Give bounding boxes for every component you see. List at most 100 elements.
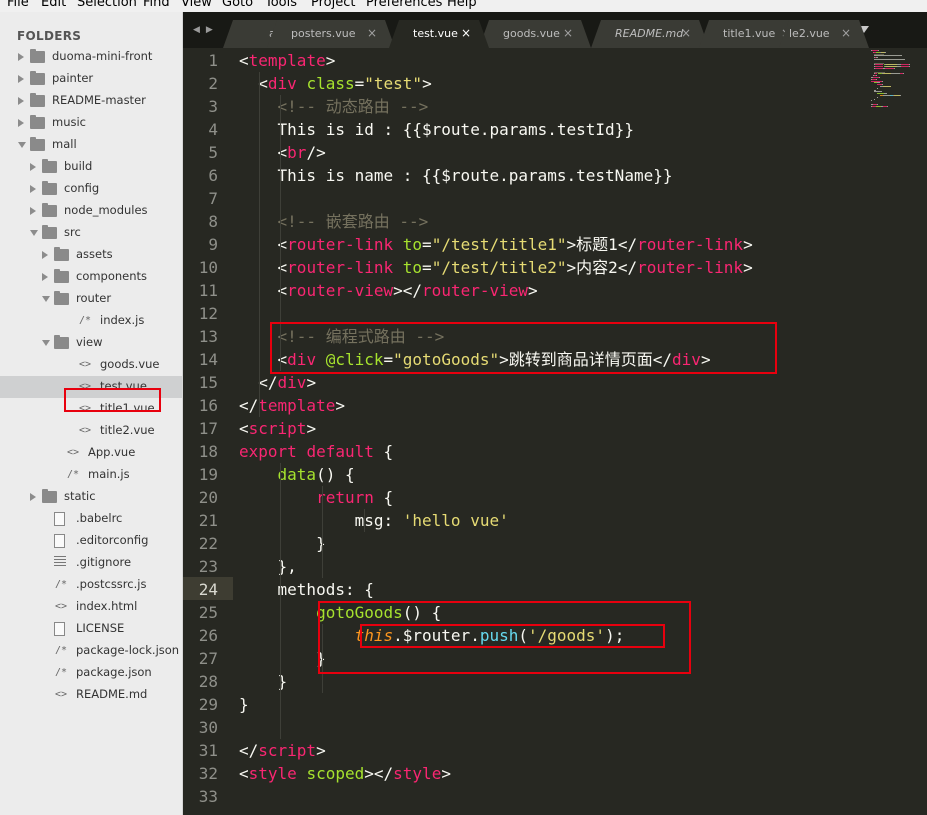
tab-test-vue[interactable]: test.vue × [389, 20, 489, 48]
code-line[interactable]: } [239, 532, 326, 555]
menu-item-help[interactable]: Help [447, 0, 477, 10]
tree-item[interactable]: /* package.json [0, 662, 182, 684]
line-number: 6 [208, 166, 218, 185]
close-icon[interactable]: × [461, 26, 471, 40]
tree-item[interactable]: <> title2.vue [0, 420, 182, 442]
tab-goods-vue[interactable]: goods.vue × [479, 20, 591, 48]
code-line[interactable]: } [239, 647, 326, 670]
tree-item[interactable]: LICENSE [0, 618, 182, 640]
code-line[interactable]: <script> [239, 417, 316, 440]
menu-item-find[interactable]: Find [143, 0, 170, 10]
code-line[interactable]: return { [239, 486, 393, 509]
tree-item[interactable]: .gitignore [0, 552, 182, 574]
menu-bar: File Edit Selection Find View Goto Tools Projec… [0, 0, 927, 12]
tree-item[interactable]: static [0, 486, 182, 508]
tree-item[interactable]: src [0, 222, 182, 244]
menu-item-edit[interactable]: Edit [41, 0, 66, 10]
tree-item[interactable]: music [0, 112, 182, 134]
close-icon[interactable]: × [563, 26, 573, 40]
chevron-right-icon[interactable] [18, 97, 24, 105]
code-line[interactable]: </script> [239, 739, 326, 762]
tree-item[interactable]: /* package-lock.json [0, 640, 182, 662]
tree-item[interactable]: duoma-mini-front [0, 46, 182, 68]
code-line[interactable]: data() { [239, 463, 355, 486]
close-icon[interactable]: × [841, 26, 851, 40]
tree-item-label: .gitignore [76, 555, 132, 569]
line-number: 5 [208, 143, 218, 162]
tab-posters-vue[interactable]: posters.vue × [267, 20, 395, 48]
menu-item-file[interactable]: File [7, 0, 29, 10]
chevron-right-icon[interactable] [30, 493, 36, 501]
tab-nav-arrows[interactable]: ◀▶ [193, 25, 219, 35]
code-line[interactable]: } [239, 693, 249, 716]
tree-item[interactable]: .babelrc [0, 508, 182, 530]
tree-item[interactable]: view [0, 332, 182, 354]
code-line[interactable]: </div> [239, 371, 316, 394]
tree-item[interactable]: .editorconfig [0, 530, 182, 552]
tree-item[interactable]: router [0, 288, 182, 310]
close-icon[interactable]: × [367, 26, 377, 40]
chevron-down-icon[interactable] [42, 340, 50, 346]
tree-item[interactable]: /* main.js [0, 464, 182, 486]
tab-le2-vue[interactable]: le2.vue × [779, 20, 869, 48]
code-line[interactable]: <style scoped></style> [239, 762, 451, 785]
line-number: 3 [208, 97, 218, 116]
code-token: = [422, 258, 432, 277]
tree-item[interactable]: config [0, 178, 182, 200]
chevron-right-icon[interactable] [18, 119, 24, 127]
chevron-right-icon[interactable] [18, 75, 24, 83]
chevron-right-icon[interactable] [30, 185, 36, 193]
code-line[interactable]: <router-view></router-view> [239, 279, 538, 302]
tree-item[interactable]: node_modules [0, 200, 182, 222]
script-file-icon: /* [54, 645, 68, 656]
tree-item[interactable]: /* index.js [0, 310, 182, 332]
code-line[interactable]: <!-- 嵌套路由 --> [239, 210, 429, 233]
code-line[interactable]: <router-link to="/test/title1">标题1</rout… [239, 233, 753, 256]
code-line[interactable]: This is name : {{$route.params.testName}… [239, 164, 673, 187]
chevron-right-icon[interactable] [42, 251, 48, 259]
chevron-down-icon[interactable] [30, 230, 38, 236]
code-line[interactable]: <div class="test"> [239, 72, 431, 95]
chevron-down-icon[interactable] [18, 142, 26, 148]
folder-icon [54, 247, 69, 261]
menu-item-goto[interactable]: Goto [222, 0, 253, 10]
tree-item[interactable]: <> README.md [0, 684, 182, 706]
menu-item-selection[interactable]: Selection [77, 0, 137, 10]
code-editor[interactable]: 1 2 3 4 5 6 7 8 9 10 11 12 13 14 15 16 17 18 19 20 21 22 23 24 2… [183, 48, 927, 815]
tree-item[interactable]: /* .postcssrc.js [0, 574, 182, 596]
menu-item-view[interactable]: View [181, 0, 212, 10]
tree-item[interactable]: mall [0, 134, 182, 156]
chevron-right-icon[interactable] [42, 273, 48, 281]
menu-item-project[interactable]: Project [311, 0, 355, 10]
tab-readme-md[interactable]: README.md × [591, 20, 709, 48]
chevron-right-icon[interactable] [30, 163, 36, 171]
tree-item[interactable]: components [0, 266, 182, 288]
tree-item[interactable]: <> index.html [0, 596, 182, 618]
highlight-box-template-route [270, 322, 777, 374]
code-line[interactable]: This is id : {{$route.params.testId}} [239, 118, 634, 141]
code-line[interactable]: export default { [239, 440, 393, 463]
tree-item[interactable]: <> App.vue [0, 442, 182, 464]
line-number: 32 [198, 764, 218, 783]
code-line[interactable]: <br/> [239, 141, 326, 164]
chevron-down-icon[interactable] [42, 296, 50, 302]
minimap-token [883, 95, 890, 96]
tree-item[interactable]: <> goods.vue [0, 354, 182, 376]
tree-item[interactable]: assets [0, 244, 182, 266]
chevron-right-icon[interactable] [18, 53, 24, 61]
code-line[interactable]: <template> [239, 49, 335, 72]
code-line[interactable]: <router-link to="/test/title2">内容2</rout… [239, 256, 753, 279]
close-icon[interactable]: × [681, 26, 691, 40]
code-line[interactable]: }, [239, 555, 297, 578]
menu-item-preferences[interactable]: Preferences [366, 0, 442, 10]
tree-item[interactable]: build [0, 156, 182, 178]
menu-item-tools[interactable]: Tools [265, 0, 297, 10]
code-line[interactable]: <!-- 动态路由 --> [239, 95, 429, 118]
chevron-right-icon[interactable] [30, 207, 36, 215]
tree-item[interactable]: painter [0, 68, 182, 90]
code-line[interactable]: methods: { [239, 578, 374, 601]
tree-item[interactable]: README-master [0, 90, 182, 112]
code-line[interactable]: </template> [239, 394, 345, 417]
minimap[interactable] [871, 48, 927, 108]
